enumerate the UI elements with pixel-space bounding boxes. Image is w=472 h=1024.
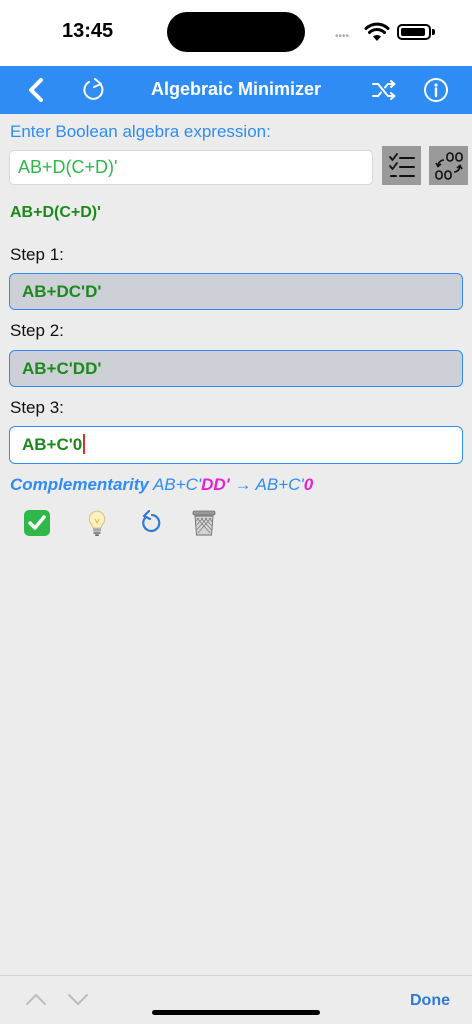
checklist-icon[interactable] <box>382 146 421 185</box>
nav-title: Algebraic Minimizer <box>150 79 322 99</box>
status-time: 13:45 <box>62 20 114 42</box>
rule-name: Complementarity <box>10 475 149 494</box>
step-1-label: Step 1: <box>10 245 64 264</box>
previous-field-icon[interactable] <box>24 990 48 1008</box>
battery-cap <box>432 29 435 35</box>
applied-rule: Complementarity AB+C'DD' → AB+C'0 <box>10 475 313 495</box>
battery-icon <box>397 24 431 40</box>
text-caret <box>83 434 86 455</box>
refresh-icon[interactable] <box>78 74 110 106</box>
hint-bulb-icon[interactable] <box>82 508 112 538</box>
wifi-icon <box>364 22 390 41</box>
convert-icon[interactable] <box>429 146 468 185</box>
rule-before-prefix: AB+C' <box>152 475 202 494</box>
signal-icon: •••• <box>335 31 350 42</box>
check-icon[interactable] <box>22 508 52 538</box>
current-expression: AB+D(C+D)' <box>10 204 101 221</box>
expression-input[interactable] <box>9 150 373 185</box>
undo-icon[interactable] <box>136 508 166 538</box>
step-2-result: AB+C'DD' <box>9 350 463 387</box>
step-3-input[interactable]: AB+C'0 <box>9 426 463 464</box>
step-1-result: AB+DC'D' <box>9 273 463 310</box>
rule-after-prefix: AB+C' <box>255 475 304 494</box>
done-button[interactable]: Done <box>410 992 450 1010</box>
rule-arrow: → <box>229 475 256 494</box>
step-3-label: Step 3: <box>10 398 64 417</box>
expression-prompt: Enter Boolean algebra expression: <box>10 122 271 141</box>
nav-bar: Algebraic Minimizer <box>0 66 472 114</box>
next-field-icon[interactable] <box>66 990 90 1008</box>
dynamic-island <box>167 12 305 52</box>
step-2-label: Step 2: <box>10 321 64 340</box>
step-3-text: AB+C'0 <box>22 435 83 454</box>
keyboard-accessory-bar: Done <box>0 975 472 1024</box>
status-bar: 13:45 •••• <box>0 0 472 66</box>
home-indicator <box>152 1010 320 1015</box>
trash-icon[interactable] <box>189 508 219 538</box>
rule-after-highlight: 0 <box>303 475 314 494</box>
rule-before-highlight: DD' <box>201 475 230 494</box>
back-chevron-icon[interactable] <box>20 74 52 106</box>
shuffle-icon[interactable] <box>368 74 400 106</box>
info-icon[interactable] <box>420 74 452 106</box>
